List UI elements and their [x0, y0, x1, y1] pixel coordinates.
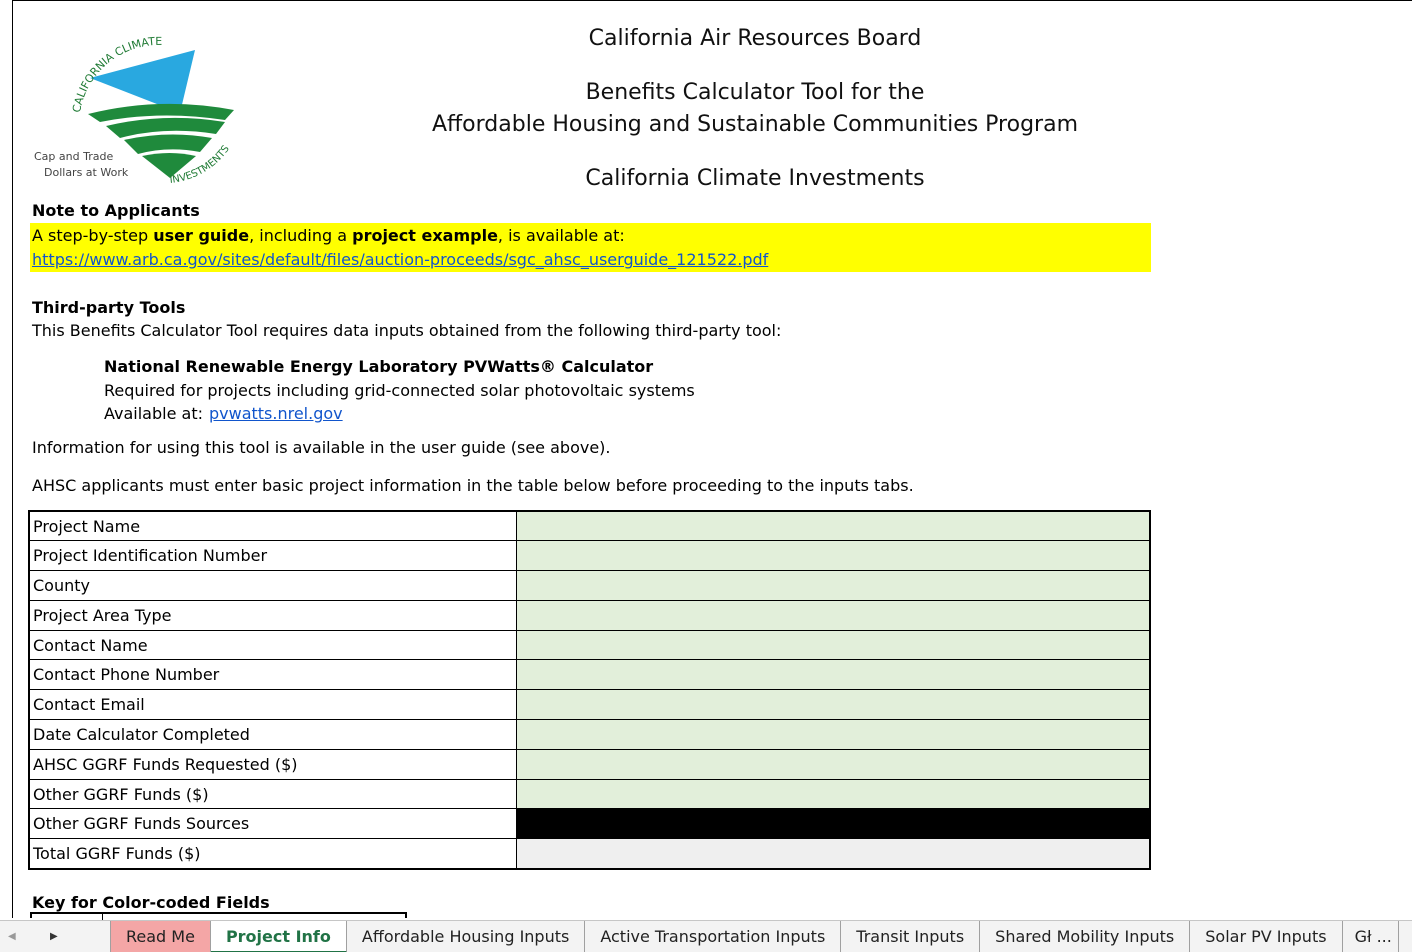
other-funds-sources-cell[interactable] — [515, 808, 1151, 840]
tab-read-me[interactable]: Read Me — [110, 921, 211, 952]
project-info-table: Project Name Project Identification Numb… — [28, 510, 1151, 870]
sheet-tab-bar: ◀ ▶ Read Me Project Info Affordable Hous… — [0, 920, 1412, 952]
project-id-input[interactable] — [515, 540, 1151, 572]
table-row: Project Area Type — [28, 599, 1151, 631]
table-row: Date Calculator Completed — [28, 719, 1151, 750]
row-label: Project Name — [28, 510, 517, 542]
date-completed-input[interactable] — [515, 719, 1151, 750]
triangle-right-icon[interactable]: ▶ — [50, 921, 58, 952]
project-name-input[interactable] — [515, 510, 1151, 542]
tab-shared-mobility-inputs[interactable]: Shared Mobility Inputs — [980, 921, 1191, 952]
tab-active-transportation-inputs[interactable]: Active Transportation Inputs — [585, 921, 842, 952]
subtitle-heading: California Climate Investments — [585, 166, 925, 191]
row-label: Contact Email — [28, 689, 517, 721]
svg-text:Dollars at Work: Dollars at Work — [44, 166, 129, 179]
table-row: County — [28, 570, 1151, 601]
info-text: Information for using this tool is avail… — [32, 438, 611, 457]
third-party-desc: This Benefits Calculator Tool requires d… — [32, 321, 782, 340]
table-row: Project Identification Number — [28, 540, 1151, 572]
row-label: Project Identification Number — [28, 540, 517, 572]
row-label: AHSC GGRF Funds Requested ($) — [28, 748, 517, 780]
contact-phone-input[interactable] — [515, 659, 1151, 691]
row-label: Date Calculator Completed — [28, 719, 517, 750]
ahsc-instruction: AHSC applicants must enter basic project… — [32, 476, 914, 495]
tab-affordable-housing-inputs[interactable]: Affordable Housing Inputs — [347, 921, 586, 952]
tab-more[interactable]: Gł ... — [1343, 921, 1399, 952]
other-funds-input[interactable] — [515, 778, 1151, 810]
color-key-table — [30, 912, 407, 920]
tab-project-info[interactable]: Project Info — [210, 921, 347, 952]
pvwatts-desc: Required for projects including grid-con… — [104, 381, 695, 400]
ahsc-funds-input[interactable] — [515, 748, 1151, 780]
row-label: County — [28, 570, 517, 601]
contact-name-input[interactable] — [515, 629, 1151, 661]
table-row: AHSC GGRF Funds Requested ($) — [28, 748, 1151, 780]
title-line-2: Affordable Housing and Sustainable Commu… — [431, 112, 1079, 137]
svg-text:Cap and Trade: Cap and Trade — [34, 150, 113, 163]
contact-email-input[interactable] — [515, 689, 1151, 721]
tab-solar-pv-inputs[interactable]: Solar PV Inputs — [1190, 921, 1343, 952]
row-label: Contact Name — [28, 629, 517, 661]
row-label: Total GGRF Funds ($) — [28, 838, 517, 870]
sheet-tabs: Read Me Project Info Affordable Housing … — [110, 921, 1399, 952]
org-heading: California Air Resources Board — [588, 26, 922, 51]
pvwatts-link[interactable]: pvwatts.nrel.gov — [209, 404, 343, 423]
note-line: A step-by-step user guide, including a p… — [32, 226, 625, 245]
table-row: Contact Phone Number — [28, 659, 1151, 691]
third-party-title: Third-party Tools — [32, 298, 186, 317]
table-row: Other GGRF Funds Sources — [28, 808, 1151, 840]
table-row: Other GGRF Funds ($) — [28, 778, 1151, 810]
table-row: Contact Email — [28, 689, 1151, 721]
total-funds-cell[interactable] — [515, 838, 1151, 870]
table-row: Contact Name — [28, 629, 1151, 661]
user-guide-link[interactable]: https://www.arb.ca.gov/sites/default/fil… — [32, 250, 768, 269]
row-label: Other GGRF Funds ($) — [28, 778, 517, 810]
title-line-1: Benefits Calculator Tool for the — [585, 80, 925, 105]
pvwatts-title: National Renewable Energy Laboratory PVW… — [104, 357, 654, 376]
table-row: Project Name — [28, 510, 1151, 542]
note-title: Note to Applicants — [32, 201, 200, 220]
row-label: Other GGRF Funds Sources — [28, 808, 517, 840]
row-label: Project Area Type — [28, 599, 517, 631]
color-key-title: Key for Color-coded Fields — [32, 893, 270, 912]
row-label: Contact Phone Number — [28, 659, 517, 691]
tab-transit-inputs[interactable]: Transit Inputs — [841, 921, 981, 952]
project-area-type-input[interactable] — [515, 599, 1151, 631]
table-row: Total GGRF Funds ($) — [28, 838, 1151, 870]
california-climate-investments-logo: CALIFORNIA CLIMATE INVESTMENTS Cap and T… — [20, 18, 252, 190]
triangle-left-icon[interactable]: ◀ — [8, 921, 16, 952]
county-input[interactable] — [515, 570, 1151, 601]
pvwatts-availability: Available at: pvwatts.nrel.gov — [104, 404, 343, 423]
